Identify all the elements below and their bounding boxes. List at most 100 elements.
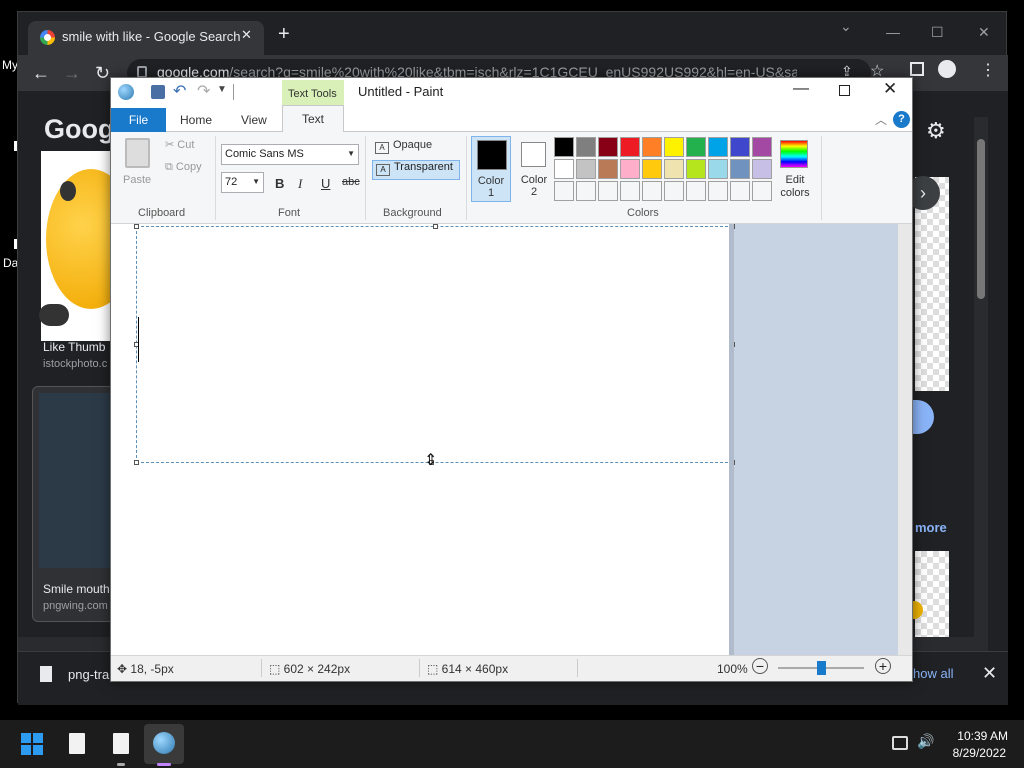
- resize-handle[interactable]: [433, 224, 438, 229]
- show-all-button[interactable]: how all: [913, 666, 953, 681]
- palette-swatch[interactable]: [598, 137, 618, 157]
- minimize-button[interactable]: —: [793, 80, 809, 98]
- browser-close-button[interactable]: ✕: [978, 24, 990, 41]
- palette-swatch[interactable]: [576, 137, 596, 157]
- result-image[interactable]: [39, 393, 119, 568]
- file-icon[interactable]: [69, 733, 85, 754]
- browser-minimize-button[interactable]: —: [886, 24, 900, 40]
- font-size-select[interactable]: 72 ▼: [221, 172, 264, 193]
- canvas-scrollbar[interactable]: [898, 224, 912, 655]
- palette-swatch[interactable]: [708, 181, 728, 201]
- volume-icon[interactable]: 🔊: [917, 733, 934, 750]
- browser-maximize-button[interactable]: ☐: [931, 24, 944, 41]
- tab-close-icon[interactable]: ✕: [241, 27, 252, 43]
- tab-home[interactable]: Home: [180, 113, 212, 127]
- palette-swatch[interactable]: [708, 137, 728, 157]
- google-logo[interactable]: Goog: [44, 114, 114, 145]
- palette-swatch[interactable]: [752, 181, 772, 201]
- palette-swatch[interactable]: [642, 137, 662, 157]
- palette-swatch[interactable]: [730, 159, 750, 179]
- help-icon[interactable]: ?: [893, 111, 910, 128]
- undo-icon[interactable]: ↶: [173, 81, 186, 101]
- palette-swatch[interactable]: [686, 159, 706, 179]
- palette-swatch[interactable]: [664, 181, 684, 201]
- customize-toolbar-icon[interactable]: ▼: [217, 84, 227, 95]
- browser-tab[interactable]: smile with like - Google Search ✕: [28, 21, 264, 55]
- palette-swatch[interactable]: [642, 159, 662, 179]
- copy-button[interactable]: ⧉ Copy: [165, 161, 202, 174]
- text-input-box[interactable]: [134, 224, 735, 465]
- palette-swatch[interactable]: [554, 137, 574, 157]
- palette-swatch[interactable]: [554, 159, 574, 179]
- profile-avatar-icon[interactable]: [938, 60, 956, 78]
- paint-titlebar[interactable]: ↶ ↷ ▼ Text Tools Untitled - Paint — ✕: [111, 78, 912, 109]
- tab-file[interactable]: File: [111, 108, 166, 132]
- reload-button[interactable]: ↻: [95, 63, 110, 84]
- color2-label[interactable]: Color 2: [515, 174, 553, 198]
- gear-icon[interactable]: ⚙: [926, 118, 946, 144]
- zoom-in-button[interactable]: +: [875, 658, 891, 674]
- palette-swatch[interactable]: [752, 137, 772, 157]
- tab-view[interactable]: View: [241, 113, 267, 127]
- clock-date[interactable]: 8/29/2022: [946, 746, 1006, 760]
- bold-button[interactable]: B: [275, 176, 284, 191]
- download-bar-close-icon[interactable]: ✕: [982, 663, 997, 684]
- cut-button[interactable]: ✂ Cut: [165, 138, 194, 151]
- more-link[interactable]: more: [915, 520, 947, 535]
- palette-swatch[interactable]: [730, 181, 750, 201]
- more-menu-icon[interactable]: ⋮: [980, 60, 996, 80]
- file-icon[interactable]: [113, 733, 129, 754]
- zoom-slider-thumb[interactable]: [817, 661, 826, 675]
- desktop-icon-label[interactable]: My: [2, 58, 18, 72]
- new-tab-button[interactable]: +: [278, 24, 290, 44]
- palette-swatch[interactable]: [730, 137, 750, 157]
- drawing-canvas[interactable]: ⇕: [111, 224, 735, 655]
- palette-swatch[interactable]: [576, 181, 596, 201]
- underline-button[interactable]: U: [321, 176, 330, 191]
- result-card[interactable]: Smile mouth pngwing.com: [32, 386, 122, 622]
- palette-swatch[interactable]: [664, 159, 684, 179]
- resize-handle[interactable]: [134, 224, 139, 229]
- paint-taskbar-button[interactable]: [144, 724, 184, 764]
- page-scrollbar[interactable]: [974, 117, 988, 639]
- color2-button[interactable]: [521, 142, 546, 167]
- download-item[interactable]: png-tra: [68, 667, 109, 682]
- result-caption[interactable]: Smile mouth: [43, 582, 110, 596]
- minimize-ribbon-icon[interactable]: ︿: [875, 111, 887, 128]
- palette-swatch[interactable]: [620, 181, 640, 201]
- scrollbar-thumb[interactable]: [977, 139, 985, 299]
- palette-swatch[interactable]: [620, 159, 640, 179]
- palette-swatch[interactable]: [708, 159, 728, 179]
- color1-button[interactable]: Color 1: [471, 136, 511, 202]
- palette-swatch[interactable]: [620, 137, 640, 157]
- palette-swatch[interactable]: [686, 181, 706, 201]
- clock-time[interactable]: 10:39 AM: [952, 729, 1008, 743]
- palette-swatch[interactable]: [598, 159, 618, 179]
- network-icon[interactable]: [892, 736, 908, 750]
- result-caption[interactable]: Like Thumb: [43, 340, 105, 354]
- palette-swatch[interactable]: [752, 159, 772, 179]
- font-family-select[interactable]: Comic Sans MS ▼: [221, 144, 359, 165]
- save-icon[interactable]: [151, 85, 165, 99]
- strikethrough-button[interactable]: abc: [342, 176, 360, 188]
- edit-colors-button[interactable]: Edit colors: [775, 174, 815, 200]
- palette-swatch[interactable]: [554, 181, 574, 201]
- paint-app-icon[interactable]: [118, 84, 134, 100]
- palette-swatch[interactable]: [598, 181, 618, 201]
- forward-button[interactable]: →: [63, 63, 81, 84]
- transparent-button[interactable]: A Transparent: [372, 160, 460, 180]
- palette-swatch[interactable]: [686, 137, 706, 157]
- palette-swatch[interactable]: [664, 137, 684, 157]
- chevron-down-icon[interactable]: ⌄: [840, 18, 852, 35]
- palette-swatch[interactable]: [642, 181, 662, 201]
- palette-swatch[interactable]: [576, 159, 596, 179]
- redo-icon[interactable]: ↷: [197, 81, 210, 101]
- edit-colors-icon[interactable]: [780, 140, 808, 168]
- back-button[interactable]: ←: [32, 63, 50, 84]
- italic-button[interactable]: I: [298, 176, 302, 192]
- result-image[interactable]: [915, 551, 949, 641]
- side-panel-icon[interactable]: [910, 62, 924, 76]
- windows-start-icon[interactable]: [21, 733, 43, 755]
- tab-text[interactable]: Text: [282, 105, 344, 133]
- zoom-out-button[interactable]: −: [752, 658, 768, 674]
